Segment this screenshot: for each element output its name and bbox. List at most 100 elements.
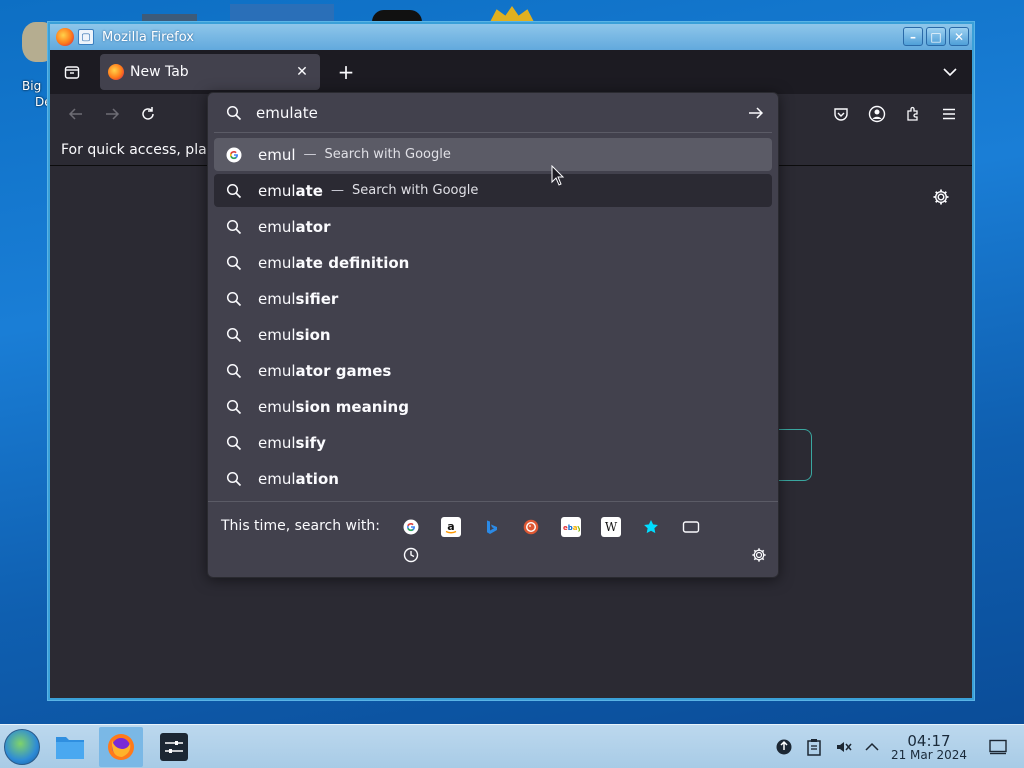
result-suggestion-text: sify xyxy=(295,433,326,452)
forward-arrow-icon xyxy=(106,108,120,120)
go-button[interactable] xyxy=(744,101,768,125)
result-row[interactable]: emulate — Search with Google xyxy=(214,174,772,207)
amazon-icon[interactable]: a xyxy=(441,517,461,537)
one-off-search-buttons: This time, search with: a ebay W xyxy=(208,501,778,579)
firefox-logo-icon xyxy=(108,734,134,760)
google-icon xyxy=(224,145,244,165)
tabs-icon[interactable] xyxy=(681,517,701,537)
close-button[interactable]: ✕ xyxy=(949,27,969,46)
minimize-button[interactable]: – xyxy=(903,27,923,46)
result-suggestion-text: sion xyxy=(295,325,331,344)
window-titlebar[interactable]: ▢ Mozilla Firefox – □ ✕ xyxy=(50,24,972,50)
result-suggestion-text: ate definition xyxy=(295,253,410,272)
mouse-pointer-icon xyxy=(551,165,565,186)
reload-button[interactable] xyxy=(134,100,162,128)
show-desktop-icon[interactable] xyxy=(988,737,1008,757)
crown-icon xyxy=(490,6,534,22)
result-row[interactable]: emulator games xyxy=(214,354,772,387)
result-row[interactable]: emulsify xyxy=(214,426,772,459)
result-typed-text: emul xyxy=(258,181,296,200)
folder-icon xyxy=(56,737,84,759)
result-typed-text: emul xyxy=(258,217,296,236)
history-icon[interactable] xyxy=(401,545,421,565)
taskbar-firefox[interactable] xyxy=(99,727,143,767)
result-row[interactable]: emulator xyxy=(214,210,772,243)
search-settings-button[interactable] xyxy=(749,545,769,565)
desktop-shortcut-label: Big xyxy=(22,79,42,93)
result-typed-text: emul xyxy=(258,253,296,272)
tab-bar: New Tab ✕ + xyxy=(50,50,972,94)
chevron-up-icon[interactable] xyxy=(862,737,882,757)
forward-button[interactable] xyxy=(98,100,126,128)
window-title: Mozilla Firefox xyxy=(102,29,194,45)
extensions-button[interactable] xyxy=(899,100,927,128)
taskbar-mixer-app[interactable] xyxy=(152,727,196,767)
tab-favicon-icon xyxy=(108,64,124,80)
result-typed-text: emul xyxy=(258,145,296,164)
pocket-icon xyxy=(834,108,848,121)
ebay-icon[interactable]: ebay xyxy=(561,517,581,537)
search-box-edge[interactable] xyxy=(778,429,812,481)
result-separator: — xyxy=(303,147,317,162)
tab-title: New Tab xyxy=(130,64,189,80)
account-button[interactable] xyxy=(863,100,891,128)
search-icon xyxy=(224,325,244,345)
gear-icon xyxy=(933,189,949,205)
account-icon xyxy=(868,105,886,123)
search-icon xyxy=(224,433,244,453)
search-icon xyxy=(224,181,244,201)
bing-icon[interactable] xyxy=(481,517,501,537)
result-action: Search with Google xyxy=(324,147,451,162)
bookmarks-empty-hint: For quick access, plac xyxy=(61,142,215,158)
application-menu-button[interactable] xyxy=(935,100,963,128)
search-icon xyxy=(224,361,244,381)
wikipedia-icon[interactable]: W xyxy=(601,517,621,537)
result-typed-text: emul xyxy=(258,325,296,344)
urlbar-popup: emulate emul — Search with Google emulat… xyxy=(207,92,779,578)
window-menu-icon[interactable]: ▢ xyxy=(78,29,94,45)
back-button[interactable] xyxy=(62,100,90,128)
duckduckgo-icon[interactable] xyxy=(521,517,541,537)
tab-close-icon[interactable]: ✕ xyxy=(292,62,312,82)
result-suggestion-text: ation xyxy=(295,469,339,488)
search-icon xyxy=(224,469,244,489)
reload-icon xyxy=(142,107,154,120)
result-separator: — xyxy=(330,183,344,198)
start-menu-button[interactable] xyxy=(4,729,40,765)
svg-text:W: W xyxy=(605,520,618,534)
urlbar-input-row[interactable]: emulate xyxy=(214,93,772,133)
hamburger-menu-icon xyxy=(943,108,955,120)
result-row[interactable]: emulsifier xyxy=(214,282,772,315)
list-all-tabs-button[interactable] xyxy=(938,60,962,84)
tab-new-tab[interactable]: New Tab ✕ xyxy=(100,54,320,90)
maximize-button[interactable]: □ xyxy=(926,27,946,46)
pocket-button[interactable] xyxy=(827,100,855,128)
back-arrow-icon xyxy=(68,108,82,120)
clipboard-icon[interactable] xyxy=(804,737,824,757)
result-row[interactable]: emulsion meaning xyxy=(214,390,772,423)
result-suggestion-text: sifier xyxy=(295,289,339,308)
result-row[interactable]: emul — Search with Google xyxy=(214,138,772,171)
customize-button[interactable] xyxy=(930,186,952,208)
volume-muted-icon[interactable] xyxy=(834,737,854,757)
result-typed-text: emul xyxy=(258,433,296,452)
firefox-view-icon xyxy=(64,66,80,79)
google-icon[interactable] xyxy=(401,517,421,537)
background-window-edge xyxy=(142,14,197,22)
bookmarks-star-icon[interactable] xyxy=(641,517,661,537)
urlbar-input[interactable]: emulate xyxy=(256,104,318,122)
firefox-view-button[interactable] xyxy=(58,58,86,86)
new-tab-button[interactable]: + xyxy=(332,58,360,86)
network-icon[interactable] xyxy=(774,737,794,757)
result-typed-text: emul xyxy=(258,361,296,380)
result-typed-text: emul xyxy=(258,397,296,416)
urlbar-results: emul — Search with Google emulate — Sear… xyxy=(208,133,778,495)
result-row[interactable]: emulsion xyxy=(214,318,772,351)
result-typed-text: emul xyxy=(258,469,296,488)
taskbar-file-manager[interactable] xyxy=(48,727,92,767)
clock-date[interactable]: 21 Mar 2024 xyxy=(886,748,972,762)
result-row[interactable]: emulation xyxy=(214,462,772,495)
arrow-right-icon xyxy=(749,107,764,119)
result-row[interactable]: emulate definition xyxy=(214,246,772,279)
result-suggestion-text: ator games xyxy=(295,361,392,380)
